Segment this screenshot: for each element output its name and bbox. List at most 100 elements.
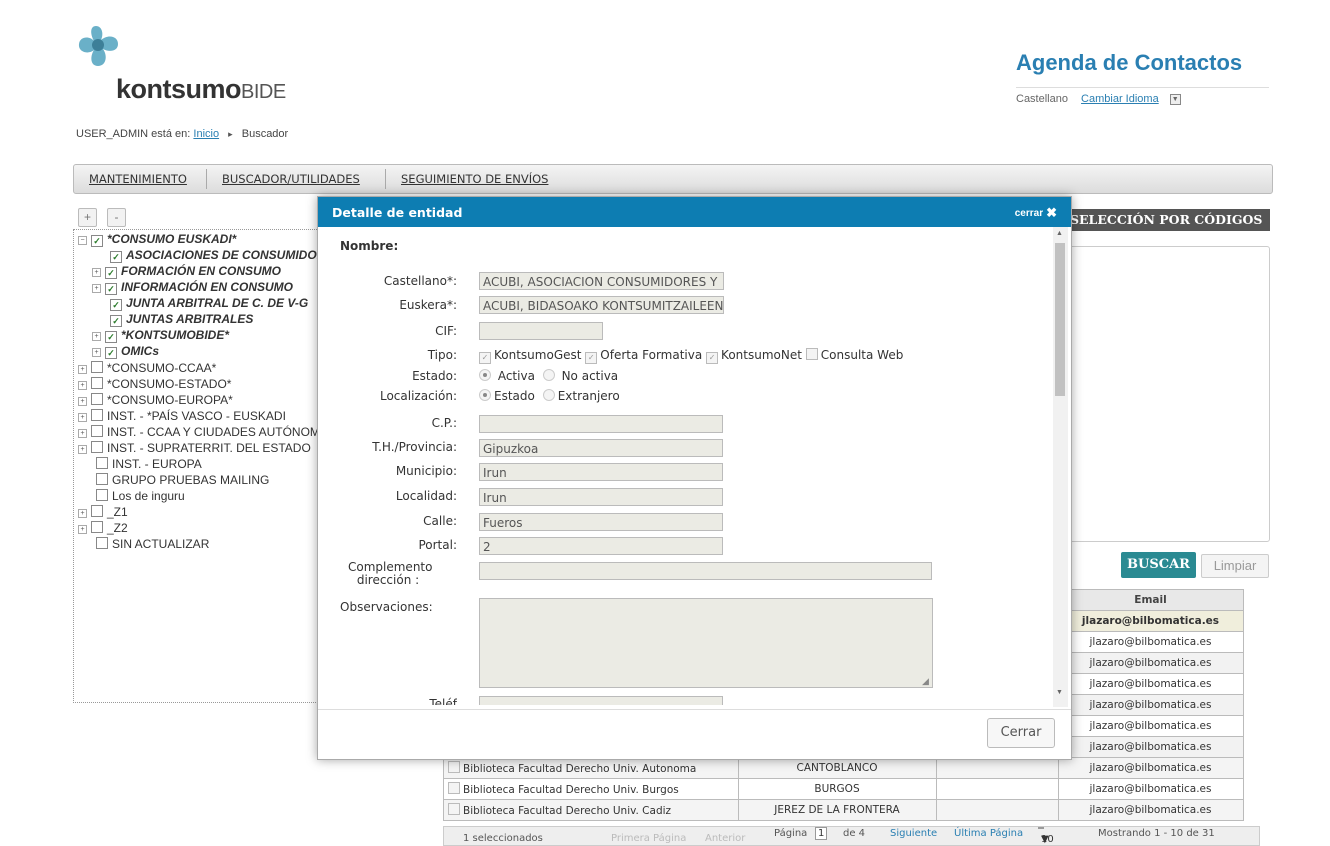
- tree-node[interactable]: + INST. - SUPRATERRIT. DEL ESTADO: [78, 441, 311, 455]
- tree-node[interactable]: + _Z2: [78, 521, 128, 535]
- tab-seleccion-por-codigos[interactable]: SELECCIÓN POR CÓDIGOS: [1063, 209, 1270, 231]
- provincia-field[interactable]: Gipuzkoa: [479, 439, 723, 457]
- last-page-link[interactable]: Última Página: [954, 828, 1023, 839]
- municipio-field[interactable]: Irun: [479, 463, 723, 481]
- menu-seguimiento-envios[interactable]: SEGUIMIENTO DE ENVÍOS: [401, 172, 548, 186]
- expand-node-icon[interactable]: +: [92, 348, 101, 357]
- tree-checkbox[interactable]: [91, 377, 103, 389]
- tree-checkbox[interactable]: ✓: [110, 315, 122, 327]
- expand-node-icon[interactable]: +: [78, 445, 87, 454]
- tree-node[interactable]: + *CONSUMO-CCAA*: [78, 361, 216, 375]
- observaciones-textarea[interactable]: [479, 598, 933, 688]
- calle-field[interactable]: Fueros: [479, 513, 723, 531]
- tree-checkbox[interactable]: [96, 537, 108, 549]
- page-size-select[interactable]: 10 ▼: [1038, 827, 1054, 845]
- clear-button[interactable]: Limpiar: [1201, 554, 1269, 578]
- tree-checkbox[interactable]: [91, 521, 103, 533]
- tree-checkbox[interactable]: ✓: [110, 299, 122, 311]
- tree-checkbox[interactable]: [91, 361, 103, 373]
- close-icon[interactable]: ✖: [1046, 205, 1057, 220]
- tree-checkbox[interactable]: ✓: [91, 235, 103, 247]
- tree-node[interactable]: + INST. - *PAÍS VASCO - EUSKADI: [78, 409, 286, 423]
- expand-node-icon[interactable]: +: [78, 413, 87, 422]
- extranjero-radio[interactable]: [542, 389, 555, 401]
- tree-node[interactable]: + ✓ FORMACIÓN EN CONSUMO: [92, 265, 281, 279]
- scroll-up-icon[interactable]: ▲: [1056, 230, 1063, 237]
- expand-node-icon[interactable]: +: [78, 365, 87, 374]
- tree-checkbox[interactable]: ✓: [110, 251, 122, 263]
- tree-node[interactable]: + *CONSUMO-EUROPA*: [78, 393, 233, 407]
- tree-node[interactable]: + _Z1: [78, 505, 128, 519]
- tree-node[interactable]: ✓ ASOCIACIONES DE CONSUMIDORES: [97, 249, 318, 263]
- tree-checkbox[interactable]: ✓: [105, 283, 117, 295]
- cp-field[interactable]: [479, 415, 723, 433]
- previous-page-link[interactable]: Anterior: [705, 833, 745, 844]
- row-checkbox[interactable]: [448, 803, 460, 815]
- table-row[interactable]: Biblioteca Facultad Derecho Univ. Autono…: [443, 757, 1244, 779]
- tree-node[interactable]: + ✓ *KONTSUMOBIDE*: [92, 329, 229, 343]
- oferta-formativa-checkbox[interactable]: ✓: [585, 352, 598, 364]
- tree-checkbox[interactable]: [96, 489, 108, 501]
- dialog-close-link[interactable]: cerrar ✖: [1015, 205, 1057, 221]
- kontsumonet-checkbox[interactable]: ✓: [706, 352, 719, 364]
- tree-node[interactable]: ✓ JUNTA ARBITRAL DE C. DE V-G: [97, 297, 308, 311]
- consulta-web-checkbox[interactable]: [805, 348, 818, 360]
- search-button[interactable]: BUSCAR: [1121, 552, 1196, 578]
- activa-radio[interactable]: [479, 369, 491, 381]
- tree-node[interactable]: ✓ JUNTAS ARBITRALES: [97, 313, 253, 327]
- table-row[interactable]: Biblioteca Facultad Derecho Univ. Burgos…: [443, 778, 1244, 800]
- change-language-link[interactable]: Cambiar Idioma: [1081, 93, 1159, 105]
- collapse-node-icon[interactable]: −: [78, 236, 87, 245]
- first-page-link[interactable]: Primera Página: [611, 833, 686, 844]
- tree-checkbox[interactable]: [96, 457, 108, 469]
- expand-node-icon[interactable]: +: [78, 397, 87, 406]
- expand-node-icon[interactable]: +: [78, 429, 87, 438]
- collapse-all-button[interactable]: -: [107, 208, 126, 227]
- email-column-header[interactable]: Email: [1057, 589, 1244, 611]
- portal-field[interactable]: 2: [479, 537, 723, 555]
- cif-field[interactable]: [479, 322, 603, 340]
- breadcrumb-home-link[interactable]: Inicio: [193, 128, 219, 140]
- language-dropdown-icon[interactable]: ▼: [1169, 93, 1181, 105]
- expand-node-icon[interactable]: +: [78, 381, 87, 390]
- tree-checkbox[interactable]: ✓: [105, 347, 117, 359]
- scroll-down-icon[interactable]: ▼: [1056, 689, 1063, 696]
- expand-node-icon[interactable]: +: [92, 268, 101, 277]
- castellano-name-field[interactable]: ACUBI, ASOCIACION CONSUMIDORES Y: [479, 272, 724, 290]
- tree-checkbox[interactable]: [91, 409, 103, 421]
- close-dialog-button[interactable]: Cerrar: [987, 718, 1055, 748]
- telefono-field[interactable]: [479, 696, 723, 705]
- next-page-link[interactable]: Siguiente: [890, 828, 937, 839]
- expand-node-icon[interactable]: +: [78, 525, 87, 534]
- tree-checkbox[interactable]: [91, 505, 103, 517]
- scrollbar-thumb[interactable]: [1055, 243, 1065, 396]
- row-checkbox[interactable]: [448, 761, 460, 773]
- tree-node[interactable]: SIN ACTUALIZAR: [83, 537, 209, 551]
- menu-buscador-utilidades[interactable]: BUSCADOR/UTILIDADES: [222, 172, 360, 186]
- euskera-name-field[interactable]: ACUBI, BIDASOAKO KONTSUMITZAILEEN: [479, 296, 724, 314]
- row-checkbox[interactable]: [448, 782, 460, 794]
- no-activa-radio[interactable]: [542, 369, 555, 381]
- tree-node[interactable]: + INST. - CCAA Y CIUDADES AUTÓNOMAS: [78, 425, 318, 439]
- tree-checkbox[interactable]: [91, 441, 103, 453]
- expand-node-icon[interactable]: +: [92, 284, 101, 293]
- dialog-scrollbar[interactable]: ▲ ▼: [1053, 227, 1068, 707]
- table-row[interactable]: Biblioteca Facultad Derecho Univ. Cadiz …: [443, 799, 1244, 821]
- tree-node[interactable]: INST. - EUROPA: [83, 457, 202, 471]
- tree-checkbox[interactable]: ✓: [105, 331, 117, 343]
- tree-node[interactable]: + *CONSUMO-ESTADO*: [78, 377, 231, 391]
- tree-node[interactable]: + ✓ OMICs: [92, 345, 159, 359]
- expand-node-icon[interactable]: +: [78, 509, 87, 518]
- localidad-field[interactable]: Irun: [479, 488, 723, 506]
- resize-handle-icon[interactable]: ◢: [922, 677, 929, 687]
- kontsumogest-checkbox[interactable]: ✓: [479, 352, 491, 364]
- expand-all-button[interactable]: +: [78, 208, 97, 227]
- complemento-direccion-field[interactable]: [479, 562, 932, 580]
- tree-checkbox[interactable]: [96, 473, 108, 485]
- tree-node[interactable]: Los de inguru: [83, 489, 185, 503]
- expand-node-icon[interactable]: +: [92, 332, 101, 341]
- tree-checkbox[interactable]: ✓: [105, 267, 117, 279]
- tree-checkbox[interactable]: [91, 425, 103, 437]
- tree-node[interactable]: + ✓ INFORMACIÓN EN CONSUMO: [92, 281, 293, 295]
- menu-mantenimiento[interactable]: MANTENIMIENTO: [89, 172, 187, 186]
